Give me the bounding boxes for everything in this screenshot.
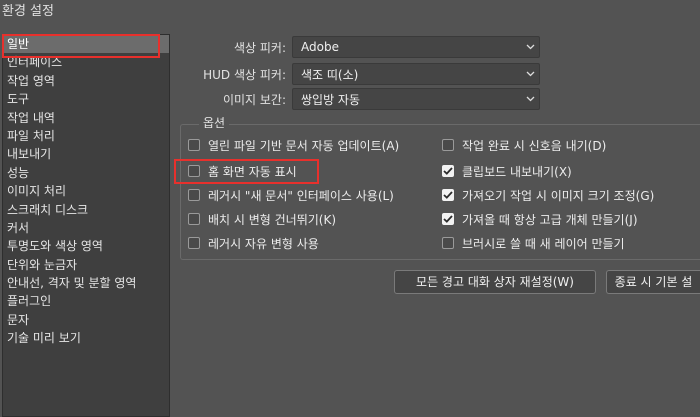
checkbox[interactable] — [188, 139, 200, 151]
option-skip-transform-when-placing[interactable]: 배치 시 변형 건너뛰기(K) — [188, 210, 336, 228]
sidebar-item-performance[interactable]: 성능 — [3, 164, 169, 182]
window-title: 환경 설정 — [2, 4, 54, 19]
sidebar-item-image-processing[interactable]: 이미지 처리 — [3, 182, 169, 200]
sidebar-item-export[interactable]: 내보내기 — [3, 145, 169, 163]
option-label: 열린 파일 기반 문서 자동 업데이트(A) — [208, 138, 400, 153]
checkbox[interactable] — [188, 213, 200, 225]
option-legacy-free-transform[interactable]: 레거시 자유 변형 사용 — [188, 234, 319, 252]
option-label: 가져올 때 항상 고급 개체 만들기(J) — [462, 212, 638, 227]
reset-preferences-on-quit-button[interactable]: 종료 시 기본 설 — [606, 270, 700, 294]
option-label: 가져오기 작업 시 이미지 크기 조정(G) — [462, 188, 655, 203]
option-label: 배치 시 변형 건너뛰기(K) — [208, 212, 337, 227]
chevron-down-icon — [521, 63, 539, 85]
option-beep-when-done[interactable]: 작업 완료 시 신호음 내기(D) — [442, 136, 606, 154]
image-interpolation-row: 이미지 보간: 쌍입방 자동 — [182, 88, 540, 110]
option-label: 브러시로 쓸 때 새 레이어 만들기 — [462, 236, 625, 251]
sidebar-item-workspace[interactable]: 작업 영역 — [3, 72, 169, 90]
color-picker-value: Adobe — [301, 40, 339, 54]
preferences-sidebar: 일반 인터페이스 작업 영역 도구 작업 내역 파일 처리 내보내기 성능 이미… — [2, 34, 170, 417]
color-picker-row: 색상 피커: Adobe — [182, 36, 540, 58]
sidebar-item-interface[interactable]: 인터페이스 — [3, 53, 169, 71]
checkbox[interactable] — [188, 165, 200, 177]
sidebar-item-cursors[interactable]: 커서 — [3, 219, 169, 237]
checkbox[interactable] — [442, 165, 454, 177]
checkbox[interactable] — [442, 189, 454, 201]
sidebar-item-type[interactable]: 문자 — [3, 311, 169, 329]
sidebar-item-transparency-gamut[interactable]: 투명도와 색상 영역 — [3, 237, 169, 255]
sidebar-item-units-rulers[interactable]: 단위와 눈금자 — [3, 256, 169, 274]
option-new-layer-when-brushing[interactable]: 브러시로 쓸 때 새 레이어 만들기 — [442, 234, 625, 252]
checkbox[interactable] — [188, 189, 200, 201]
hud-color-picker-row: HUD 색상 피커: 색조 띠(소) — [182, 63, 540, 85]
checkbox[interactable] — [442, 237, 454, 249]
hud-color-picker-label: HUD 색상 피커: — [203, 67, 286, 82]
hud-color-picker-select[interactable]: 색조 띠(소) — [292, 63, 540, 85]
sidebar-item-general[interactable]: 일반 — [3, 35, 169, 54]
sidebar-item-history[interactable]: 작업 내역 — [3, 109, 169, 127]
sidebar-item-file-handling[interactable]: 파일 처리 — [3, 127, 169, 145]
checkmark-icon — [443, 215, 453, 223]
color-picker-select[interactable]: Adobe — [292, 36, 540, 58]
option-legacy-new-document[interactable]: 레거시 "새 문서" 인터페이스 사용(L) — [188, 186, 394, 204]
option-auto-update-open-docs[interactable]: 열린 파일 기반 문서 자동 업데이트(A) — [188, 136, 399, 154]
option-label: 작업 완료 시 신호음 내기(D) — [462, 138, 607, 153]
options-legend: 옵션 — [199, 114, 230, 131]
image-interpolation-label: 이미지 보간: — [222, 92, 286, 107]
option-resize-image-during-place[interactable]: 가져오기 작업 시 이미지 크기 조정(G) — [442, 186, 654, 204]
sidebar-item-guides-grid-slices[interactable]: 안내선, 격자 및 분할 영역 — [3, 274, 169, 292]
reset-all-warning-dialogs-button[interactable]: 모든 경고 대화 상자 재설정(W) — [394, 270, 596, 294]
sidebar-item-technology-previews[interactable]: 기술 미리 보기 — [3, 329, 169, 347]
option-label: 레거시 자유 변형 사용 — [208, 236, 319, 251]
option-auto-show-home-screen[interactable]: 홈 화면 자동 표시 — [188, 162, 297, 180]
hud-color-picker-value: 색조 띠(소) — [301, 67, 359, 82]
color-picker-label: 색상 피커: — [233, 40, 286, 55]
chevron-down-icon — [521, 88, 539, 110]
option-label: 홈 화면 자동 표시 — [208, 164, 297, 179]
image-interpolation-select[interactable]: 쌍입방 자동 — [292, 88, 540, 110]
checkmark-icon — [443, 191, 453, 199]
option-label: 클립보드 내보내기(X) — [462, 164, 572, 179]
sidebar-item-tools[interactable]: 도구 — [3, 90, 169, 108]
image-interpolation-value: 쌍입방 자동 — [301, 92, 361, 107]
checkbox[interactable] — [442, 139, 454, 151]
chevron-down-icon — [521, 36, 539, 58]
checkbox[interactable] — [188, 237, 200, 249]
option-always-create-smart-objects[interactable]: 가져올 때 항상 고급 개체 만들기(J) — [442, 210, 638, 228]
option-export-clipboard[interactable]: 클립보드 내보내기(X) — [442, 162, 572, 180]
sidebar-item-scratch-disks[interactable]: 스크래치 디스크 — [3, 201, 169, 219]
checkbox[interactable] — [442, 213, 454, 225]
checkmark-icon — [443, 167, 453, 175]
option-label: 레거시 "새 문서" 인터페이스 사용(L) — [208, 188, 394, 203]
sidebar-item-plugins[interactable]: 플러그인 — [3, 292, 169, 310]
